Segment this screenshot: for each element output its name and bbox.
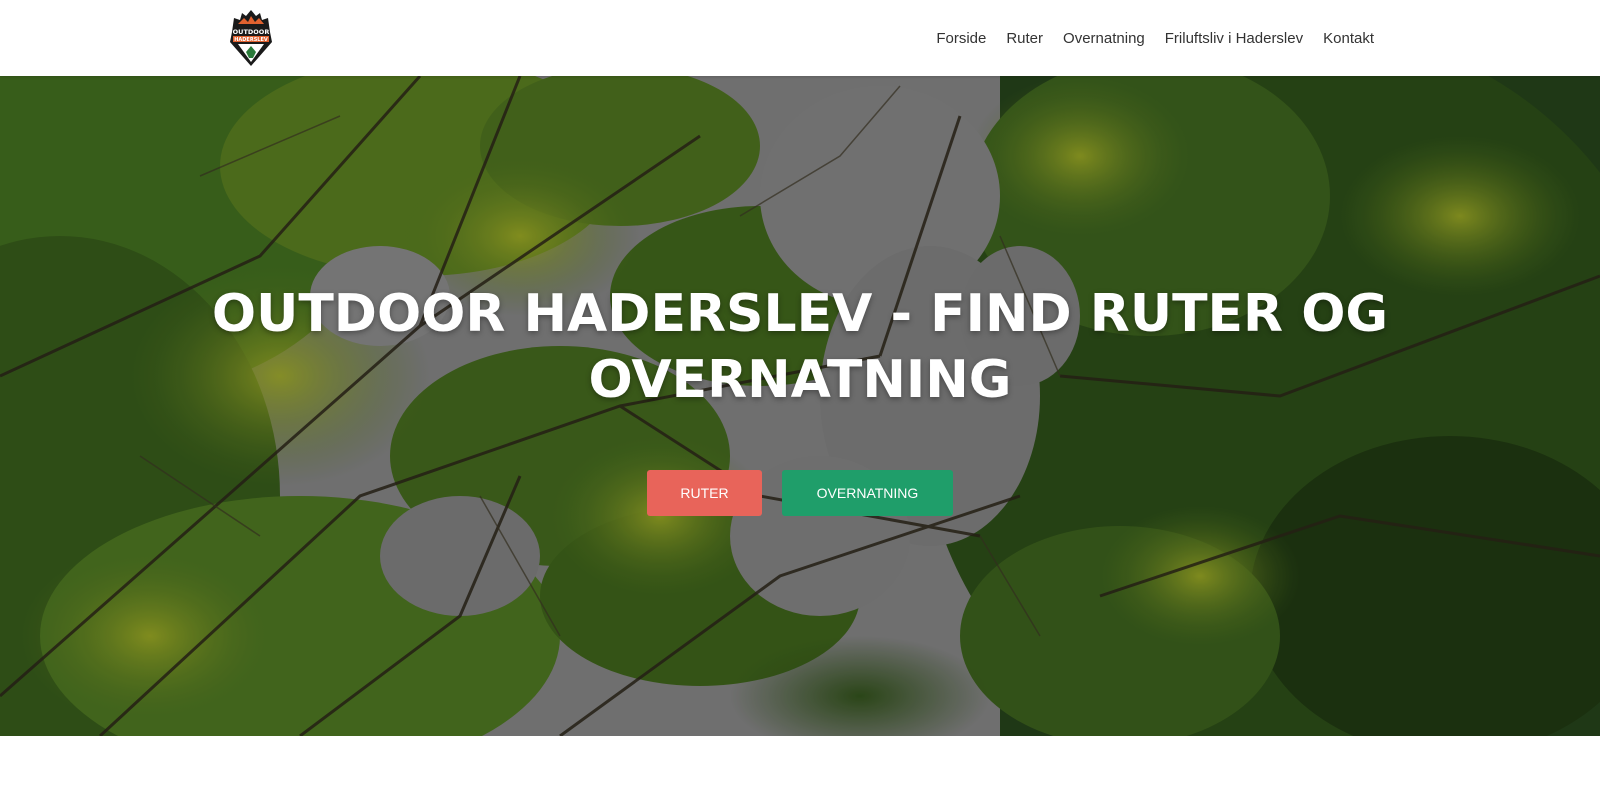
nav-item-kontakt[interactable]: Kontakt bbox=[1323, 30, 1374, 47]
svg-text:OUTDOOR: OUTDOOR bbox=[233, 28, 270, 36]
nav-item-ruter[interactable]: Ruter bbox=[1006, 30, 1043, 47]
hero-title-line2: OVERNATNING bbox=[588, 350, 1012, 410]
hero-title-line1: OUTDOOR HADERSLEV - FIND RUTER OG bbox=[211, 284, 1389, 344]
nav-item-friluftsliv[interactable]: Friluftsliv i Haderslev bbox=[1165, 30, 1303, 47]
outdoor-haderslev-logo-icon: OUTDOOR HADERSLEV bbox=[230, 10, 272, 66]
nav-item-overnatning[interactable]: Overnatning bbox=[1063, 30, 1145, 47]
overnatning-button[interactable]: OVERNATNING bbox=[782, 470, 953, 516]
svg-text:HADERSLEV: HADERSLEV bbox=[234, 37, 268, 43]
content-below-hero bbox=[0, 736, 1600, 800]
site-header: OUTDOOR HADERSLEV Forside Ruter Overnatn… bbox=[0, 0, 1600, 76]
ruter-button[interactable]: RUTER bbox=[647, 470, 762, 516]
nav-item-forside[interactable]: Forside bbox=[936, 30, 986, 47]
hero-title: OUTDOOR HADERSLEV - FIND RUTER OG OVERNA… bbox=[200, 281, 1400, 413]
main-nav: Forside Ruter Overnatning Friluftsliv i … bbox=[936, 0, 1374, 76]
hero-section: OUTDOOR HADERSLEV - FIND RUTER OG OVERNA… bbox=[0, 76, 1600, 736]
site-logo[interactable]: OUTDOOR HADERSLEV bbox=[228, 8, 274, 68]
